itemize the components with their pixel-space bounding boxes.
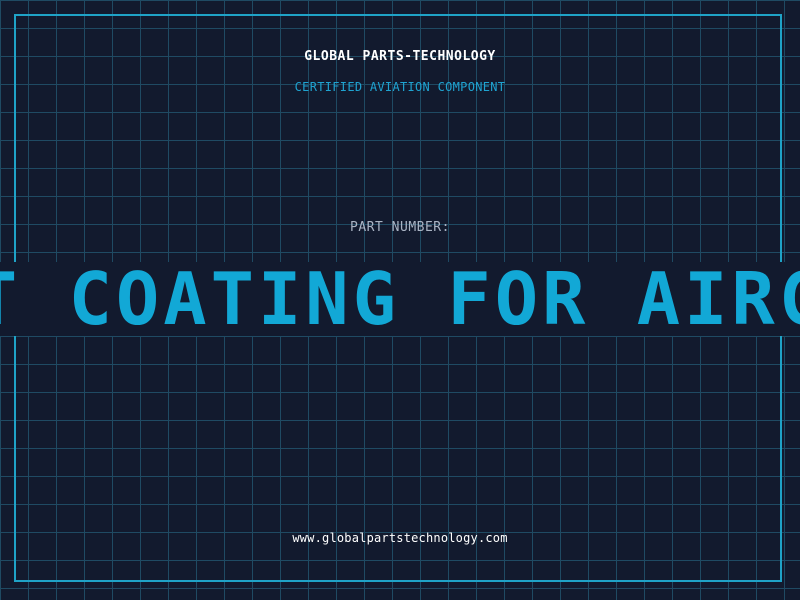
part-number-value: PAINT COATING FOR AIRCRAFT — [0, 262, 800, 336]
certification-tagline: CERTIFIED AVIATION COMPONENT — [294, 80, 506, 94]
part-number-band: PAINT COATING FOR AIRCRAFT — [0, 262, 800, 336]
company-name: GLOBAL PARTS-TECHNOLOGY — [304, 49, 496, 64]
website-url[interactable]: www.globalpartstechnology.com — [0, 531, 800, 545]
part-number-label: PART NUMBER: — [350, 220, 450, 235]
